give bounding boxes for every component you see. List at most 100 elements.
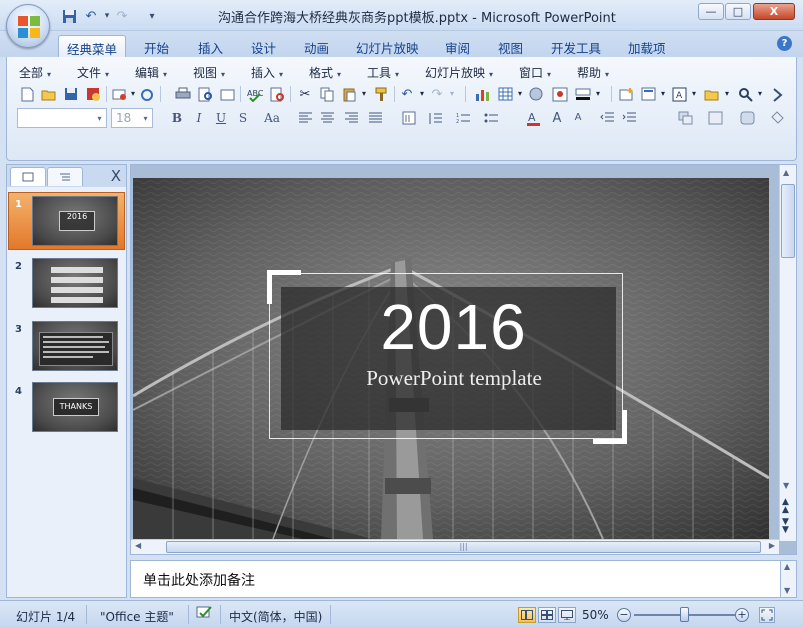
outline-tab[interactable] [47,167,83,186]
bullets-icon[interactable] [481,108,501,128]
new-document-icon[interactable] [17,84,37,104]
tab-addins[interactable]: 加载项 [620,35,674,57]
vertical-scroll-thumb[interactable] [781,184,795,258]
chevron-down-icon[interactable]: ▾ [93,109,106,127]
slideshow-view-icon[interactable] [558,607,576,623]
decrease-indent-icon[interactable] [597,108,617,128]
slides-tab[interactable] [10,167,46,186]
change-case-button[interactable]: Aa [259,108,285,128]
office-button[interactable] [6,4,50,48]
italic-button[interactable]: I [189,108,209,128]
customize-toolbar-icon[interactable]: ▾ [143,7,161,25]
menu-view[interactable]: 视图 ▾ [193,64,225,81]
scroll-left-icon[interactable]: ◀ [135,541,141,550]
notes-placeholder[interactable]: 单击此处添加备注 [143,570,255,590]
font-size-combo[interactable]: 18 ▾ [111,108,153,128]
print-options-icon[interactable] [217,84,241,104]
folder-dropdown-icon[interactable]: ▾ [717,84,737,104]
zoom-in-icon[interactable]: + [735,608,749,622]
menu-help[interactable]: 帮助 ▾ [577,64,609,81]
menu-format[interactable]: 格式 ▾ [309,64,341,81]
zoom-slider-thumb[interactable] [680,607,689,622]
slide-thumbnail-3[interactable] [32,321,118,371]
vertical-scrollbar[interactable]: ▲ ▼ ▲ ▲ ▼ ▼ [779,165,796,541]
slide-canvas[interactable]: 2016 PowerPoint template [133,178,769,539]
clip-art-icon[interactable] [526,84,546,104]
horizontal-scrollbar[interactable]: ◀ ||| ▶ [131,539,779,554]
justify-icon[interactable] [365,108,385,128]
line-color-dropdown-icon[interactable]: ▾ [588,84,612,104]
notes-scrollbar[interactable]: ▲ ▼ [781,560,797,598]
new-slide-icon[interactable] [616,84,636,104]
tab-home[interactable]: 开始 [136,35,177,57]
scroll-up-icon[interactable]: ▲ [784,562,790,571]
notes-pane[interactable]: 单击此处添加备注 [130,560,781,598]
minimize-button[interactable]: — [698,3,724,20]
zoom-out-icon[interactable]: − [617,608,631,622]
open-folder-icon[interactable] [39,84,59,104]
quick-styles-icon[interactable] [705,108,725,128]
slide-title-year[interactable]: 2016 [281,290,626,364]
zoom-level[interactable]: 50% [582,608,609,622]
print-preview-icon[interactable] [195,84,215,104]
align-right-icon[interactable] [341,108,361,128]
cut-icon[interactable]: ✂ [295,84,315,104]
redo-dropdown-icon[interactable]: ▾ [442,84,466,104]
font-name-combo[interactable]: ▾ [17,108,107,128]
chevron-down-icon[interactable]: ▾ [139,109,152,127]
more-tools-icon[interactable] [769,84,789,104]
close-button[interactable]: X [753,3,795,20]
bold-button[interactable]: B [167,108,187,128]
line-spacing-icon[interactable] [425,108,445,128]
scroll-down-icon[interactable]: ▼ [783,481,789,490]
increase-indent-icon[interactable] [619,108,639,128]
print-icon[interactable] [173,84,193,104]
scroll-right-icon[interactable]: ▶ [769,541,775,550]
spell-check-icon[interactable] [196,605,214,624]
tab-view[interactable]: 视图 [490,35,531,57]
shape-fill-icon[interactable] [737,108,757,128]
text-direction-icon[interactable] [399,108,419,128]
shadow-button[interactable]: S [233,108,253,128]
previous-slide-icon[interactable]: ▲ ▲ [782,498,789,515]
menu-all[interactable]: 全部 ▾ [19,64,51,81]
align-center-icon[interactable] [317,108,337,128]
text-box-dropdown-icon[interactable]: ▾ [684,84,704,104]
align-left-icon[interactable] [295,108,315,128]
permission-icon[interactable] [83,84,107,104]
insert-chart-icon[interactable] [473,84,493,104]
fit-to-window-icon[interactable] [759,607,775,623]
paint-bucket-icon[interactable] [767,108,787,128]
attach-icon[interactable] [137,84,161,104]
tab-developer[interactable]: 开发工具 [543,35,609,57]
horizontal-scroll-thumb[interactable]: ||| [166,541,761,553]
slide-subtitle[interactable]: PowerPoint template [281,366,627,391]
redo-icon[interactable]: ↷ [113,7,131,25]
tab-slideshow[interactable]: 幻灯片放映 [348,35,427,57]
tab-insert[interactable]: 插入 [190,35,231,57]
tab-design[interactable]: 设计 [243,35,284,57]
tab-animation[interactable]: 动画 [296,35,337,57]
research-icon[interactable] [267,84,291,104]
next-slide-icon[interactable]: ▼ ▼ [782,518,789,535]
slide-thumbnail-1[interactable]: 2016 [32,196,118,246]
shrink-font-icon[interactable]: A [568,108,588,128]
arrange-icon[interactable] [675,108,695,128]
insert-picture-icon[interactable] [550,84,570,104]
find-dropdown-icon[interactable]: ▾ [750,84,770,104]
tab-review[interactable]: 审阅 [437,35,478,57]
spelling-icon[interactable]: ABC [245,84,265,104]
format-painter-icon[interactable] [371,84,395,104]
copy-icon[interactable] [317,84,337,104]
language-indicator[interactable]: 中文(简体，中国) [229,608,322,625]
save-icon[interactable] [60,7,78,25]
numbering-icon[interactable]: 12 [453,108,473,128]
help-icon[interactable]: ? [777,36,792,51]
underline-button[interactable]: U [211,108,231,128]
normal-view-icon[interactable] [518,607,536,623]
menu-edit[interactable]: 编辑 ▾ [135,64,167,81]
scroll-up-icon[interactable]: ▲ [783,168,789,177]
menu-window[interactable]: 窗口 ▾ [519,64,551,81]
close-pane-icon[interactable]: X [111,167,121,185]
menu-tools[interactable]: 工具 ▾ [367,64,399,81]
